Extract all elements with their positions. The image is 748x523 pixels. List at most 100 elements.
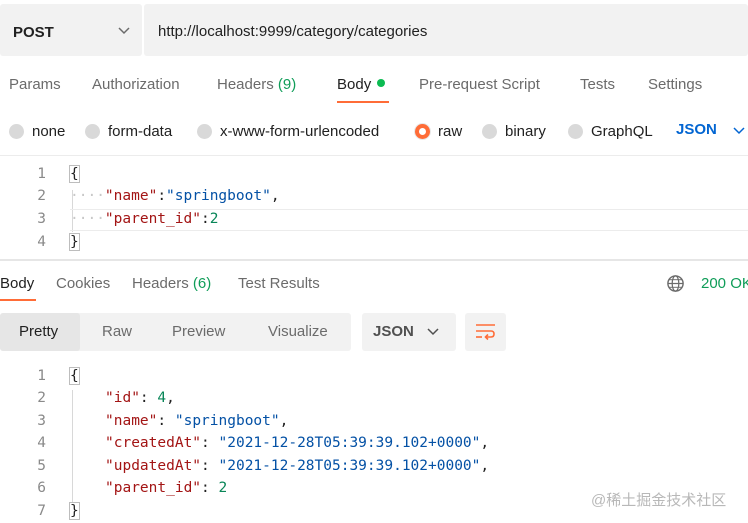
indent-guide bbox=[72, 390, 73, 502]
chevron-down-icon[interactable] bbox=[733, 126, 745, 136]
line-number: 5 bbox=[37, 458, 46, 474]
tab-headers[interactable]: Headers (9) bbox=[217, 76, 296, 93]
json-value: 4 bbox=[157, 390, 167, 406]
active-tab-underline bbox=[337, 101, 389, 103]
radio-graphql[interactable]: GraphQL bbox=[568, 122, 653, 140]
line-number: 3 bbox=[37, 413, 46, 429]
tab-authorization[interactable]: Authorization bbox=[92, 76, 180, 93]
line-number: 7 bbox=[37, 503, 46, 519]
tab-body[interactable]: Body bbox=[337, 76, 386, 93]
json-key: "name" bbox=[105, 413, 158, 429]
radio-binary[interactable]: binary bbox=[482, 122, 546, 140]
url-input[interactable]: http://localhost:9999/category/categorie… bbox=[144, 4, 748, 56]
tab-body-label: Body bbox=[337, 76, 372, 93]
active-tab-underline bbox=[0, 299, 36, 301]
tab-headers-label: Headers bbox=[217, 76, 274, 93]
json-brace-close: } bbox=[69, 502, 80, 520]
json-line: "name": "springboot", bbox=[105, 413, 288, 429]
tab-pre-request-script[interactable]: Pre-request Script bbox=[419, 76, 540, 93]
json-comma: , bbox=[166, 390, 175, 406]
json-key: "parent_id" bbox=[104, 211, 201, 227]
radio-button bbox=[568, 123, 583, 139]
radio-binary-label: binary bbox=[505, 122, 546, 140]
radio-button bbox=[9, 123, 24, 139]
chevron-down-icon bbox=[427, 328, 439, 336]
tab-tests[interactable]: Tests bbox=[580, 76, 615, 93]
line-number: 3 bbox=[37, 211, 46, 227]
radio-none-label: none bbox=[32, 122, 66, 140]
radio-form-data[interactable]: form-data bbox=[85, 122, 172, 140]
json-comma: , bbox=[480, 435, 490, 451]
json-value: 2 bbox=[209, 211, 219, 227]
json-separator: : bbox=[157, 188, 167, 204]
raw-button[interactable]: Raw bbox=[102, 323, 132, 340]
radio-raw-label: raw bbox=[438, 122, 463, 140]
line-number: 1 bbox=[37, 166, 46, 182]
json-line: ····"parent_id":2 bbox=[70, 211, 219, 227]
tab-headers-count: (9) bbox=[277, 76, 297, 93]
json-separator: : bbox=[139, 390, 158, 406]
json-key: "parent_id" bbox=[105, 480, 202, 496]
json-key: "name" bbox=[104, 188, 158, 204]
json-line: ····"name":"springboot", bbox=[70, 188, 280, 204]
json-separator: : bbox=[200, 211, 210, 227]
globe-icon[interactable] bbox=[666, 274, 685, 293]
json-separator: : bbox=[201, 480, 219, 496]
method-select[interactable]: POST bbox=[0, 4, 142, 56]
json-value: 2 bbox=[218, 480, 228, 496]
body-indicator-dot bbox=[377, 79, 386, 88]
json-key: "updatedAt" bbox=[105, 458, 202, 474]
json-key: "createdAt" bbox=[105, 435, 202, 451]
chevron-down-icon bbox=[118, 27, 130, 35]
json-comma: , bbox=[279, 413, 289, 429]
json-separator: : bbox=[201, 435, 219, 451]
radio-button bbox=[85, 123, 100, 139]
json-value: "2021-12-28T05:39:39.102+0000" bbox=[218, 435, 481, 451]
line-number: 2 bbox=[37, 390, 46, 406]
tab-settings[interactable]: Settings bbox=[648, 76, 702, 93]
json-comma: , bbox=[270, 188, 280, 204]
json-brace-open: { bbox=[69, 367, 80, 385]
language-select[interactable]: JSON bbox=[676, 121, 717, 138]
wrap-lines-icon bbox=[476, 324, 495, 341]
json-separator: : bbox=[157, 413, 175, 429]
line-number: 2 bbox=[37, 188, 46, 204]
response-tab-cookies[interactable]: Cookies bbox=[56, 275, 110, 292]
json-value: "springboot" bbox=[166, 188, 271, 204]
radio-button bbox=[197, 123, 212, 139]
line-number: 6 bbox=[37, 480, 46, 496]
json-line: "id": 4, bbox=[105, 390, 175, 406]
radio-graphql-label: GraphQL bbox=[591, 122, 653, 140]
json-line: "createdAt": "2021-12-28T05:39:39.102+00… bbox=[105, 435, 489, 451]
json-separator: : bbox=[201, 458, 219, 474]
response-format-label: JSON bbox=[373, 323, 414, 340]
radio-button bbox=[482, 123, 497, 139]
response-tab-headers[interactable]: Headers (6) bbox=[132, 275, 211, 292]
radio-urlencoded[interactable]: x-www-form-urlencoded bbox=[197, 122, 379, 140]
line-number: 1 bbox=[37, 368, 46, 384]
response-tab-body[interactable]: Body bbox=[0, 275, 34, 292]
line-number: 4 bbox=[37, 234, 46, 250]
json-value: "2021-12-28T05:39:39.102+0000" bbox=[218, 458, 481, 474]
radio-raw[interactable]: raw bbox=[415, 122, 462, 140]
response-tab-headers-count: (6) bbox=[192, 275, 212, 292]
radio-none[interactable]: none bbox=[9, 122, 65, 140]
url-text: http://localhost:9999/category/categorie… bbox=[158, 23, 428, 40]
tab-params[interactable]: Params bbox=[9, 76, 61, 93]
url-bar: POST http://localhost:9999/category/cate… bbox=[0, 0, 748, 60]
response-tab-headers-label: Headers bbox=[132, 275, 189, 292]
line-number: 4 bbox=[37, 435, 46, 451]
divider bbox=[0, 155, 748, 156]
pretty-button-label[interactable]: Pretty bbox=[19, 323, 58, 340]
visualize-button[interactable]: Visualize bbox=[268, 323, 328, 340]
radio-button-selected bbox=[415, 123, 430, 139]
method-label: POST bbox=[13, 24, 54, 41]
preview-button[interactable]: Preview bbox=[172, 323, 225, 340]
pane-divider[interactable] bbox=[0, 259, 748, 261]
status-code[interactable]: 200 OK bbox=[701, 275, 748, 292]
json-comma: , bbox=[480, 458, 490, 474]
json-line: "updatedAt": "2021-12-28T05:39:39.102+00… bbox=[105, 458, 489, 474]
response-tab-test-results[interactable]: Test Results bbox=[238, 275, 320, 292]
json-key: "id" bbox=[105, 390, 140, 406]
watermark: @稀土掘金技术社区 bbox=[591, 492, 727, 509]
